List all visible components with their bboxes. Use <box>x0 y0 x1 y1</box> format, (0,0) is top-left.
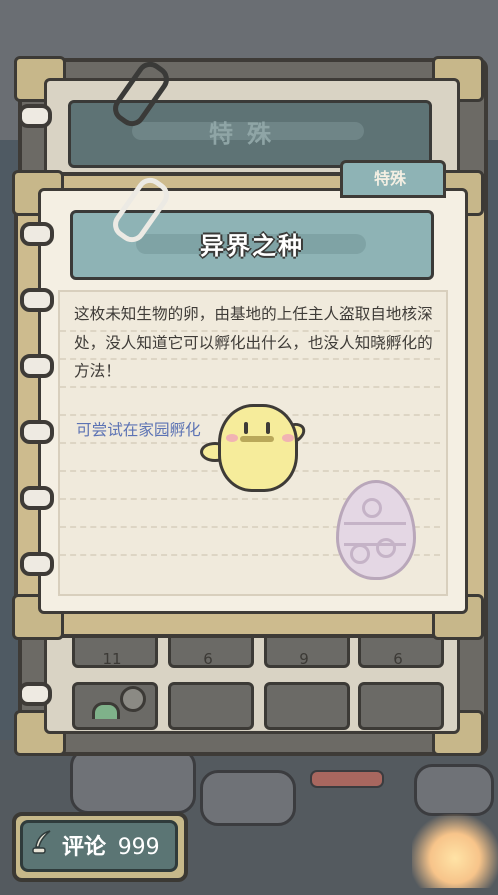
binder-ring <box>20 222 54 246</box>
binder-ring <box>20 354 54 378</box>
binder-ring <box>18 104 52 128</box>
binder-ring <box>18 682 52 706</box>
chick-eye <box>266 422 270 434</box>
corner-glow <box>412 814 498 888</box>
comment-label: 评论 <box>62 835 107 860</box>
ground-patch <box>310 770 384 788</box>
plant-icon <box>92 702 120 719</box>
item-description: 这枚未知生物的卵，由基地的上任主人盗取自地核深处，没人知道它可以孵化出什么，也没… <box>74 305 433 380</box>
binder-ring <box>20 288 54 312</box>
item-slot[interactable] <box>358 682 444 730</box>
gear-icon <box>120 686 146 712</box>
item-slot[interactable] <box>264 682 350 730</box>
rock-decoration <box>200 770 296 826</box>
binder-ring <box>20 486 54 510</box>
binder-ring <box>20 552 54 576</box>
rock-decoration <box>70 748 196 814</box>
chick-mascot-icon <box>218 404 298 492</box>
chick-beak <box>240 436 274 442</box>
slot-count: 6 <box>393 650 403 668</box>
quill-pen-icon <box>32 830 51 854</box>
slot-count: 9 <box>299 650 309 668</box>
egg-pattern <box>344 522 406 546</box>
item-slot[interactable] <box>168 682 254 730</box>
category-tab-label: 特殊 <box>373 169 406 188</box>
slot-count: 6 <box>203 650 213 668</box>
chick-cheek <box>282 434 294 442</box>
comment-count: 999 <box>117 835 160 860</box>
egg-swirl <box>350 544 370 564</box>
ruled-line <box>60 386 440 388</box>
egg-swirl <box>376 538 396 558</box>
chick-cheek <box>226 434 238 442</box>
binder-ring <box>20 420 54 444</box>
hatch-hint-link[interactable]: 可尝试在家园孵化 <box>76 418 201 440</box>
egg-swirl <box>362 498 382 518</box>
chick-eye <box>244 422 248 434</box>
comment-button-text: 评论 999 <box>62 829 160 861</box>
rock-decoration <box>414 764 494 816</box>
slot-count: 11 <box>102 650 122 668</box>
